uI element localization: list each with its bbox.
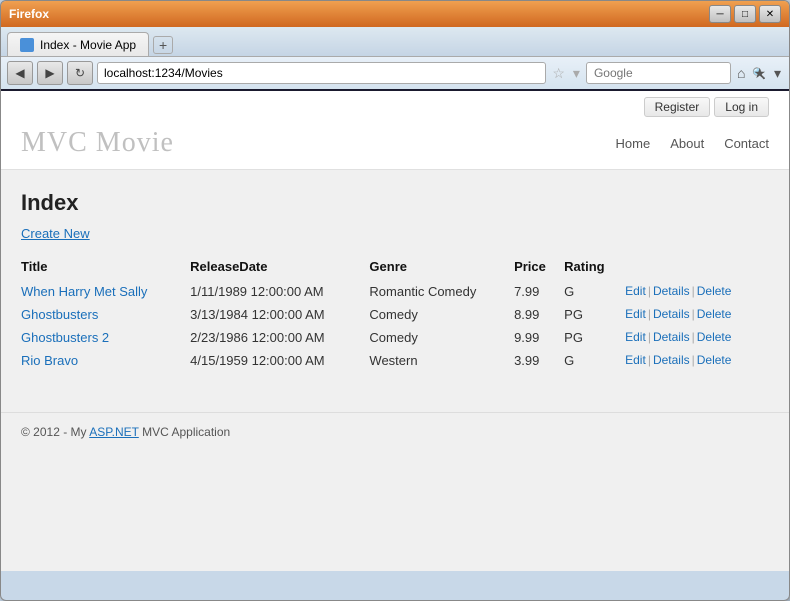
cell-actions: Edit | Details | Delete: [625, 349, 769, 372]
cell-rating: G: [564, 349, 625, 372]
tab-favicon: [20, 38, 34, 52]
footer-suffix: MVC Application: [139, 425, 230, 439]
site-header: Register Log in MVC Movie Home About Con…: [1, 91, 789, 170]
nav-home[interactable]: Home: [616, 136, 651, 151]
cell-release-date: 2/23/1986 12:00:00 AM: [190, 326, 369, 349]
cell-genre: Comedy: [369, 326, 514, 349]
page-content: Register Log in MVC Movie Home About Con…: [1, 91, 789, 571]
cell-price: 7.99: [514, 280, 564, 303]
cell-price: 8.99: [514, 303, 564, 326]
cell-actions: Edit | Details | Delete: [625, 326, 769, 349]
col-genre: Genre: [369, 255, 514, 280]
col-release-date: ReleaseDate: [190, 255, 369, 280]
main-content: Index Create New Title ReleaseDate Genre…: [1, 170, 789, 392]
main-nav: Home About Contact: [616, 136, 769, 151]
menu-button[interactable]: ▾: [772, 65, 783, 82]
movie-title-link[interactable]: Ghostbusters: [21, 307, 98, 322]
details-link[interactable]: Details: [653, 284, 690, 298]
nav-contact[interactable]: Contact: [724, 136, 769, 151]
bookmark-dropdown-icon[interactable]: ▾: [571, 65, 582, 82]
table-row: Rio Bravo 4/15/1959 12:00:00 AM Western …: [21, 349, 769, 372]
cell-release-date: 4/15/1959 12:00:00 AM: [190, 349, 369, 372]
movie-title-link[interactable]: Ghostbusters 2: [21, 330, 109, 345]
search-input[interactable]: [594, 66, 749, 80]
col-rating: Rating: [564, 255, 625, 280]
maximize-button[interactable]: □: [734, 5, 756, 23]
title-bar: Firefox ─ □ ✕: [1, 1, 789, 27]
header-auth-buttons: Register Log in: [21, 91, 769, 119]
details-link[interactable]: Details: [653, 353, 690, 367]
cell-genre: Comedy: [369, 303, 514, 326]
home-button[interactable]: ⌂: [735, 65, 747, 81]
page-title: Index: [21, 190, 769, 216]
movie-title-link[interactable]: When Harry Met Sally: [21, 284, 147, 299]
edit-link[interactable]: Edit: [625, 307, 646, 321]
forward-button[interactable]: ▶: [37, 61, 63, 85]
register-button[interactable]: Register: [644, 97, 711, 117]
cell-title: Ghostbusters: [21, 303, 190, 326]
nav-about[interactable]: About: [670, 136, 704, 151]
bookmark-star-icon[interactable]: ☆: [550, 65, 567, 82]
edit-link[interactable]: Edit: [625, 330, 646, 344]
footer-copyright: © 2012 - My: [21, 425, 89, 439]
tab-title: Index - Movie App: [40, 38, 136, 52]
cell-title: When Harry Met Sally: [21, 280, 190, 303]
back-button[interactable]: ◀: [7, 61, 33, 85]
create-new-link[interactable]: Create New: [21, 226, 90, 241]
edit-link[interactable]: Edit: [625, 353, 646, 367]
tab-bar: Index - Movie App +: [1, 27, 789, 57]
cell-actions: Edit | Details | Delete: [625, 280, 769, 303]
delete-link[interactable]: Delete: [697, 307, 732, 321]
new-tab-button[interactable]: +: [153, 36, 173, 54]
refresh-button[interactable]: ↻: [67, 61, 93, 85]
details-link[interactable]: Details: [653, 307, 690, 321]
cell-release-date: 1/11/1989 12:00:00 AM: [190, 280, 369, 303]
movies-table: Title ReleaseDate Genre Price Rating Whe…: [21, 255, 769, 372]
cell-title: Rio Bravo: [21, 349, 190, 372]
cell-price: 9.99: [514, 326, 564, 349]
table-row: Ghostbusters 3/13/1984 12:00:00 AM Comed…: [21, 303, 769, 326]
delete-link[interactable]: Delete: [697, 353, 732, 367]
cell-rating: PG: [564, 303, 625, 326]
cell-rating: G: [564, 280, 625, 303]
delete-link[interactable]: Delete: [697, 284, 732, 298]
window-controls: ─ □ ✕: [709, 5, 781, 23]
footer-asp-link[interactable]: ASP.NET: [89, 425, 139, 439]
cell-actions: Edit | Details | Delete: [625, 303, 769, 326]
col-title: Title: [21, 255, 190, 280]
col-actions: [625, 255, 769, 280]
active-tab[interactable]: Index - Movie App: [7, 32, 149, 56]
cell-price: 3.99: [514, 349, 564, 372]
address-bar: ◀ ▶ ↻ ☆ ▾ 🔍 ⌂ ★ ▾: [1, 57, 789, 91]
bookmarks-button[interactable]: ★: [751, 65, 768, 82]
table-row: Ghostbusters 2 2/23/1986 12:00:00 AM Com…: [21, 326, 769, 349]
address-input[interactable]: [97, 62, 546, 84]
site-title: MVC Movie: [21, 127, 174, 159]
cell-rating: PG: [564, 326, 625, 349]
browser-name-label: Firefox: [9, 7, 49, 21]
movie-title-link[interactable]: Rio Bravo: [21, 353, 78, 368]
table-row: When Harry Met Sally 1/11/1989 12:00:00 …: [21, 280, 769, 303]
cell-title: Ghostbusters 2: [21, 326, 190, 349]
site-nav: MVC Movie Home About Contact: [21, 119, 769, 169]
cell-release-date: 3/13/1984 12:00:00 AM: [190, 303, 369, 326]
close-button[interactable]: ✕: [759, 5, 781, 23]
col-price: Price: [514, 255, 564, 280]
cell-genre: Western: [369, 349, 514, 372]
browser-window: Firefox ─ □ ✕ Index - Movie App + ◀ ▶ ↻ …: [0, 0, 790, 601]
cell-genre: Romantic Comedy: [369, 280, 514, 303]
delete-link[interactable]: Delete: [697, 330, 732, 344]
site-footer: © 2012 - My ASP.NET MVC Application: [1, 412, 789, 451]
minimize-button[interactable]: ─: [709, 5, 731, 23]
login-button[interactable]: Log in: [714, 97, 769, 117]
edit-link[interactable]: Edit: [625, 284, 646, 298]
details-link[interactable]: Details: [653, 330, 690, 344]
